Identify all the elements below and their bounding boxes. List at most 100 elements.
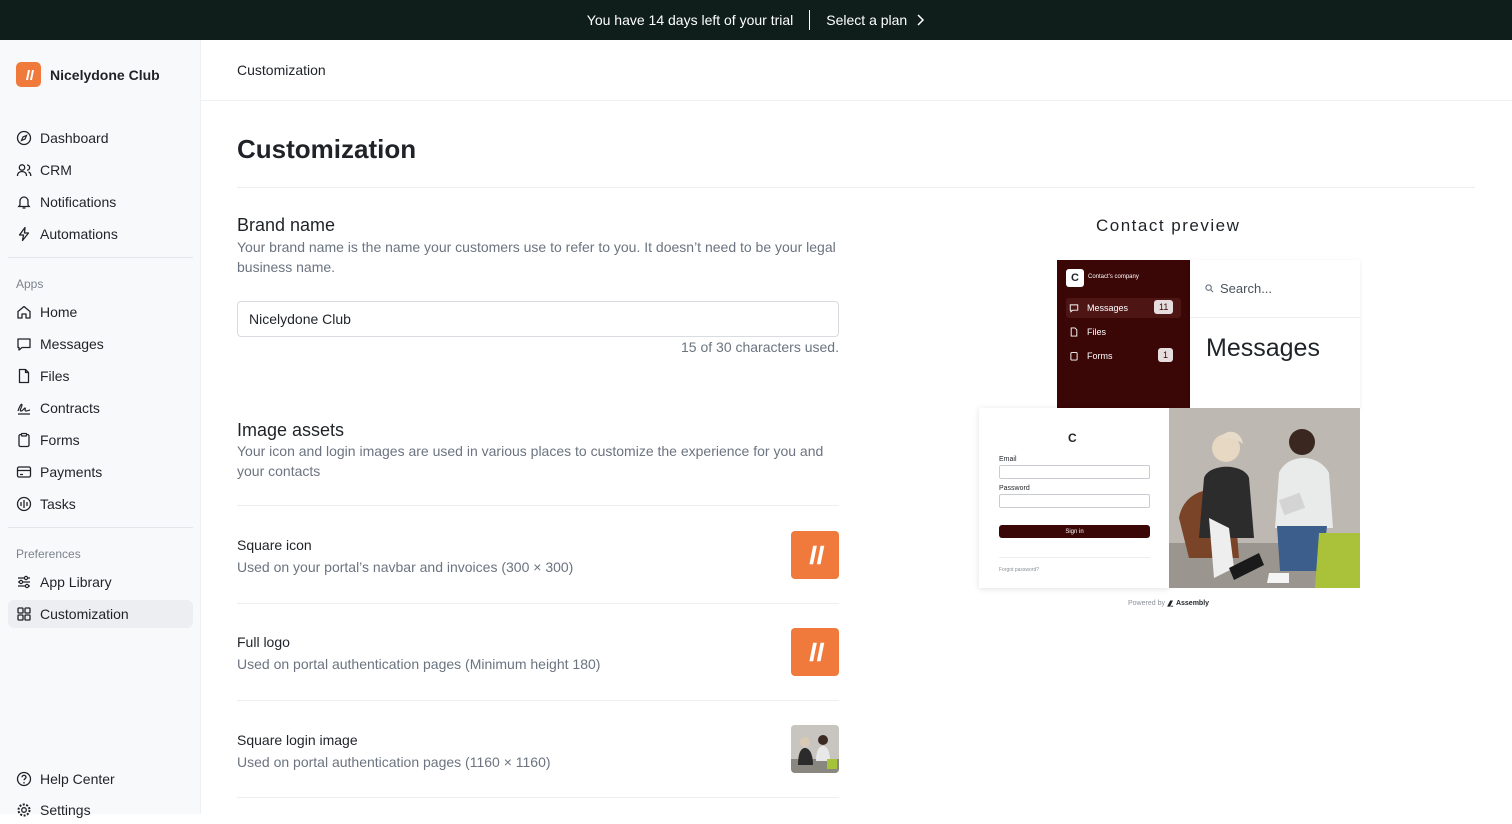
signature-icon xyxy=(17,403,31,415)
preview-password-field xyxy=(999,494,1150,508)
asset-divider xyxy=(237,505,839,506)
sidebar-item-customization[interactable]: Customization xyxy=(8,600,193,628)
select-plan-link[interactable]: Select a plan xyxy=(826,12,925,28)
brand-name-input[interactable] xyxy=(237,301,839,337)
compass-icon xyxy=(16,130,32,146)
sidebar-item-automations[interactable]: Automations xyxy=(8,220,193,248)
sidebar-item-label: Notifications xyxy=(40,194,117,210)
full-logo-upload[interactable] xyxy=(791,628,839,676)
preview-login-photo xyxy=(1169,408,1360,588)
brand-switcher[interactable]: Nicelydone Club xyxy=(16,62,160,87)
asset-divider xyxy=(237,603,839,604)
file-icon xyxy=(18,368,30,384)
sidebar-item-home[interactable]: Home xyxy=(8,298,193,326)
assembly-logo-icon xyxy=(1167,600,1174,607)
asset-divider xyxy=(237,797,839,798)
preview-nav-files: Files xyxy=(1066,322,1181,342)
clipboard-icon xyxy=(1070,352,1078,361)
sidebar-item-help-center[interactable]: Help Center xyxy=(8,765,193,793)
sidebar-item-settings[interactable]: Settings xyxy=(8,796,193,824)
bolt-icon xyxy=(18,226,30,242)
sidebar-item-label: Messages xyxy=(40,336,104,352)
message-icon xyxy=(1069,304,1079,313)
clipboard-icon xyxy=(18,432,30,448)
brand-name-description: Your brand name is the name your custome… xyxy=(237,239,836,275)
preview-signin-label: Sign in xyxy=(1065,528,1084,535)
sidebar-item-label: Settings xyxy=(40,802,91,818)
login-image-title: Square login image xyxy=(237,732,358,748)
sidebar-item-forms[interactable]: Forms xyxy=(8,426,193,454)
sidebar-divider xyxy=(8,527,193,528)
powered-by-label: Powered by xyxy=(1128,600,1165,607)
grid-icon xyxy=(17,607,31,621)
breadcrumb: Customization xyxy=(237,62,326,78)
brand-name-heading: Brand name xyxy=(237,215,336,235)
sidebar-item-label: Customization xyxy=(40,606,129,622)
powered-by: Powered by Assembly xyxy=(1128,600,1209,607)
sidebar-item-crm[interactable]: CRM xyxy=(8,156,193,184)
sidebar-item-messages[interactable]: Messages xyxy=(8,330,193,358)
bell-icon xyxy=(17,196,31,209)
sidebar-item-label: App Library xyxy=(40,574,112,590)
powered-by-brand: Assembly xyxy=(1175,600,1210,607)
login-image-description: Used on portal authentication pages (116… xyxy=(237,754,551,770)
asset-divider xyxy=(237,700,839,701)
credit-card-icon xyxy=(16,466,32,478)
image-assets-description: Your icon and login images are used in v… xyxy=(237,443,824,479)
square-icon-upload[interactable] xyxy=(791,531,839,579)
preview-login-logo: C xyxy=(1068,431,1077,445)
sliders-icon xyxy=(18,575,30,589)
banner-divider xyxy=(809,10,811,30)
chevron-right-icon xyxy=(917,14,925,26)
preview-email-label: Email xyxy=(999,456,1017,463)
brand-logo-icon xyxy=(16,62,41,87)
sidebar-item-payments[interactable]: Payments xyxy=(8,458,193,486)
sidebar-item-label: Files xyxy=(40,368,70,384)
trial-banner: You have 14 days left of your trial Sele… xyxy=(0,0,1512,40)
sidebar-item-dashboard[interactable]: Dashboard xyxy=(8,124,193,152)
people-photo-image xyxy=(1169,408,1360,588)
tasks-icon xyxy=(16,496,32,512)
search-icon xyxy=(1205,284,1214,293)
help-icon xyxy=(16,771,32,787)
preview-forgot-password: Forgot password? xyxy=(999,567,1040,573)
sidebar-item-label: Forms xyxy=(40,432,80,448)
login-image-upload[interactable] xyxy=(791,725,839,773)
sidebar-item-label: Tasks xyxy=(40,496,76,512)
image-assets-heading: Image assets xyxy=(237,420,345,440)
sidebar-item-label: Payments xyxy=(40,464,103,480)
sidebar-item-notifications[interactable]: Notifications xyxy=(8,188,193,216)
preview-signin-button: Sign in xyxy=(999,525,1150,538)
contact-preview-title: Contact preview xyxy=(1096,216,1241,235)
sidebar-item-label: Help Center xyxy=(40,771,115,787)
sidebar-item-app-library[interactable]: App Library xyxy=(8,568,193,596)
title-divider xyxy=(237,187,1475,188)
preview-heading: Messages xyxy=(1206,334,1320,362)
sidebar-item-label: Contracts xyxy=(40,400,100,416)
preview-nav-label: Files xyxy=(1087,327,1107,337)
preview-company-name: Contact's company xyxy=(1088,274,1139,280)
apps-section-label: Apps xyxy=(16,277,44,291)
preview-messages-badge: 11 xyxy=(1154,300,1174,314)
sidebar-item-files[interactable]: Files xyxy=(8,362,193,390)
sidebar-item-contracts[interactable]: Contracts xyxy=(8,394,193,422)
brand-logo-icon xyxy=(809,545,825,565)
message-icon xyxy=(17,338,31,351)
preview-login-divider xyxy=(999,557,1150,558)
trial-text: You have 14 days left of your trial xyxy=(586,12,794,28)
character-count: 15 of 30 characters used. xyxy=(681,339,839,355)
people-photo-thumbnail xyxy=(791,725,839,773)
sidebar-item-label: Dashboard xyxy=(40,130,109,146)
preview-divider xyxy=(1190,317,1360,318)
sidebar-item-tasks[interactable]: Tasks xyxy=(8,490,193,518)
square-icon-description: Used on your portal’s navbar and invoice… xyxy=(237,559,574,575)
users-icon xyxy=(16,164,32,177)
select-plan-label: Select a plan xyxy=(826,12,908,28)
preview-password-label: Password xyxy=(999,485,1030,492)
preview-search-placeholder: Search... xyxy=(1220,281,1273,296)
sidebar-item-label: CRM xyxy=(40,162,72,178)
gear-icon xyxy=(17,803,31,817)
preferences-section-label: Preferences xyxy=(16,547,81,561)
sidebar-item-label: Home xyxy=(40,304,78,320)
header: Customization xyxy=(201,40,1512,101)
